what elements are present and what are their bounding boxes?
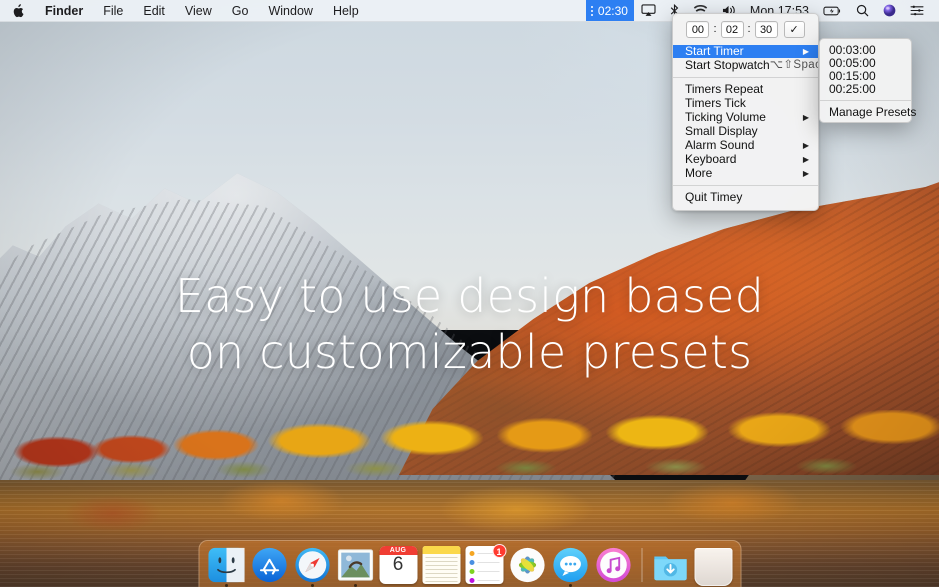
dock-item-messages[interactable] xyxy=(551,546,589,584)
dock-item-safari[interactable] xyxy=(293,546,331,584)
manage-presets-item[interactable]: Manage Presets xyxy=(820,106,911,118)
menu-item-timers-repeat-label: Timers Repeat xyxy=(685,83,809,96)
dock: AUG 6 1 xyxy=(198,540,741,587)
menu-item-timers-tick-label: Timers Tick xyxy=(685,97,809,110)
timey-dropdown-menu: 00 : 02 : 30 ✓ Start Timer ▶ Start Stopw… xyxy=(672,13,819,211)
dock-item-calendar[interactable]: AUG 6 xyxy=(379,546,417,584)
menu-item-small-display[interactable]: Small Display xyxy=(673,125,818,138)
minutes-input[interactable]: 02 xyxy=(721,21,744,38)
dock-item-trash[interactable] xyxy=(694,546,732,584)
timey-status-item[interactable]: 02:30 xyxy=(586,0,634,21)
menu-item-start-timer[interactable]: Start Timer ▶ xyxy=(673,45,818,58)
preset-item-1[interactable]: 00:03:00 xyxy=(820,44,911,56)
menu-item-more[interactable]: More ▶ xyxy=(673,167,818,180)
airplay-icon[interactable] xyxy=(634,0,663,21)
dock-item-finder[interactable] xyxy=(207,546,245,584)
time-separator-1: : xyxy=(712,23,717,37)
menu-item-keyboard[interactable]: Keyboard ▶ xyxy=(673,153,818,166)
search-icon[interactable] xyxy=(849,0,876,21)
menu-item-start-stopwatch-label: Start Stopwatch xyxy=(685,59,770,72)
timer-remaining-label: 02:30 xyxy=(598,4,628,18)
chevron-right-icon: ▶ xyxy=(803,48,809,56)
menu-item-timers-tick[interactable]: Timers Tick xyxy=(673,97,818,110)
start-stopwatch-shortcut: ⌥⇧Space xyxy=(770,59,819,72)
confirm-timer-button[interactable]: ✓ xyxy=(784,21,805,38)
chevron-right-icon: ▶ xyxy=(803,170,809,178)
menu-item-ticking-volume-label: Ticking Volume xyxy=(685,111,797,124)
menu-item-small-display-label: Small Display xyxy=(685,125,809,138)
timer-duration-entry: 00 : 02 : 30 ✓ xyxy=(673,14,818,44)
dock-item-app-store[interactable] xyxy=(250,546,288,584)
preset-item-3[interactable]: 00:15:00 xyxy=(820,70,911,82)
reminders-badge: 1 xyxy=(492,544,506,558)
submenu-separator xyxy=(820,100,911,101)
dock-item-photos[interactable] xyxy=(508,546,546,584)
menu-item-window[interactable]: Window xyxy=(258,0,322,21)
menu-item-start-stopwatch[interactable]: Start Stopwatch ⌥⇧Space xyxy=(673,59,818,72)
menu-item-more-label: More xyxy=(685,167,797,180)
menu-item-quit-timey[interactable]: Quit Timey xyxy=(673,191,818,204)
siri-icon[interactable] xyxy=(876,0,903,21)
dock-item-reminders[interactable]: 1 xyxy=(465,546,503,584)
dock-item-downloads[interactable] xyxy=(651,546,689,584)
chevron-right-icon: ▶ xyxy=(803,142,809,150)
notes-icon xyxy=(422,546,460,584)
drag-handle-icon xyxy=(589,6,595,16)
preset-item-4[interactable]: 00:25:00 xyxy=(820,83,911,95)
menu-item-edit[interactable]: Edit xyxy=(133,0,175,21)
seconds-input[interactable]: 30 xyxy=(755,21,778,38)
trash-icon xyxy=(694,548,732,586)
chevron-right-icon: ▶ xyxy=(803,156,809,164)
control-center-icon[interactable] xyxy=(903,0,931,21)
menu-item-start-timer-label: Start Timer xyxy=(685,45,797,58)
menu-item-timers-repeat[interactable]: Timers Repeat xyxy=(673,83,818,96)
menu-item-help[interactable]: Help xyxy=(323,0,369,21)
menu-separator-2 xyxy=(673,185,818,186)
dock-item-itunes[interactable] xyxy=(594,546,632,584)
start-timer-submenu: 00:03:00 00:05:00 00:15:00 00:25:00 Mana… xyxy=(819,38,912,123)
menu-item-quit-timey-label: Quit Timey xyxy=(685,191,809,204)
dock-item-mail[interactable] xyxy=(336,546,374,584)
dock-item-notes[interactable] xyxy=(422,546,460,584)
time-separator-2: : xyxy=(747,23,752,37)
apple-menu-icon[interactable] xyxy=(0,0,35,21)
calendar-day: 6 xyxy=(379,555,417,574)
menu-item-keyboard-label: Keyboard xyxy=(685,153,797,166)
menu-item-ticking-volume[interactable]: Ticking Volume ▶ xyxy=(673,111,818,124)
menu-item-go[interactable]: Go xyxy=(222,0,259,21)
menu-item-finder[interactable]: Finder xyxy=(35,0,93,21)
chevron-right-icon: ▶ xyxy=(803,114,809,122)
dock-divider xyxy=(641,548,642,582)
preset-item-2[interactable]: 00:05:00 xyxy=(820,57,911,69)
menu-separator-1 xyxy=(673,77,818,78)
menu-item-view[interactable]: View xyxy=(175,0,222,21)
hours-input[interactable]: 00 xyxy=(686,21,709,38)
calendar-icon: AUG 6 xyxy=(379,546,417,584)
menu-bar-left: Finder File Edit View Go Window Help xyxy=(0,0,369,21)
menu-item-alarm-sound-label: Alarm Sound xyxy=(685,139,797,152)
battery-charging-icon[interactable] xyxy=(816,0,849,21)
menu-item-alarm-sound[interactable]: Alarm Sound ▶ xyxy=(673,139,818,152)
menu-item-file[interactable]: File xyxy=(93,0,133,21)
